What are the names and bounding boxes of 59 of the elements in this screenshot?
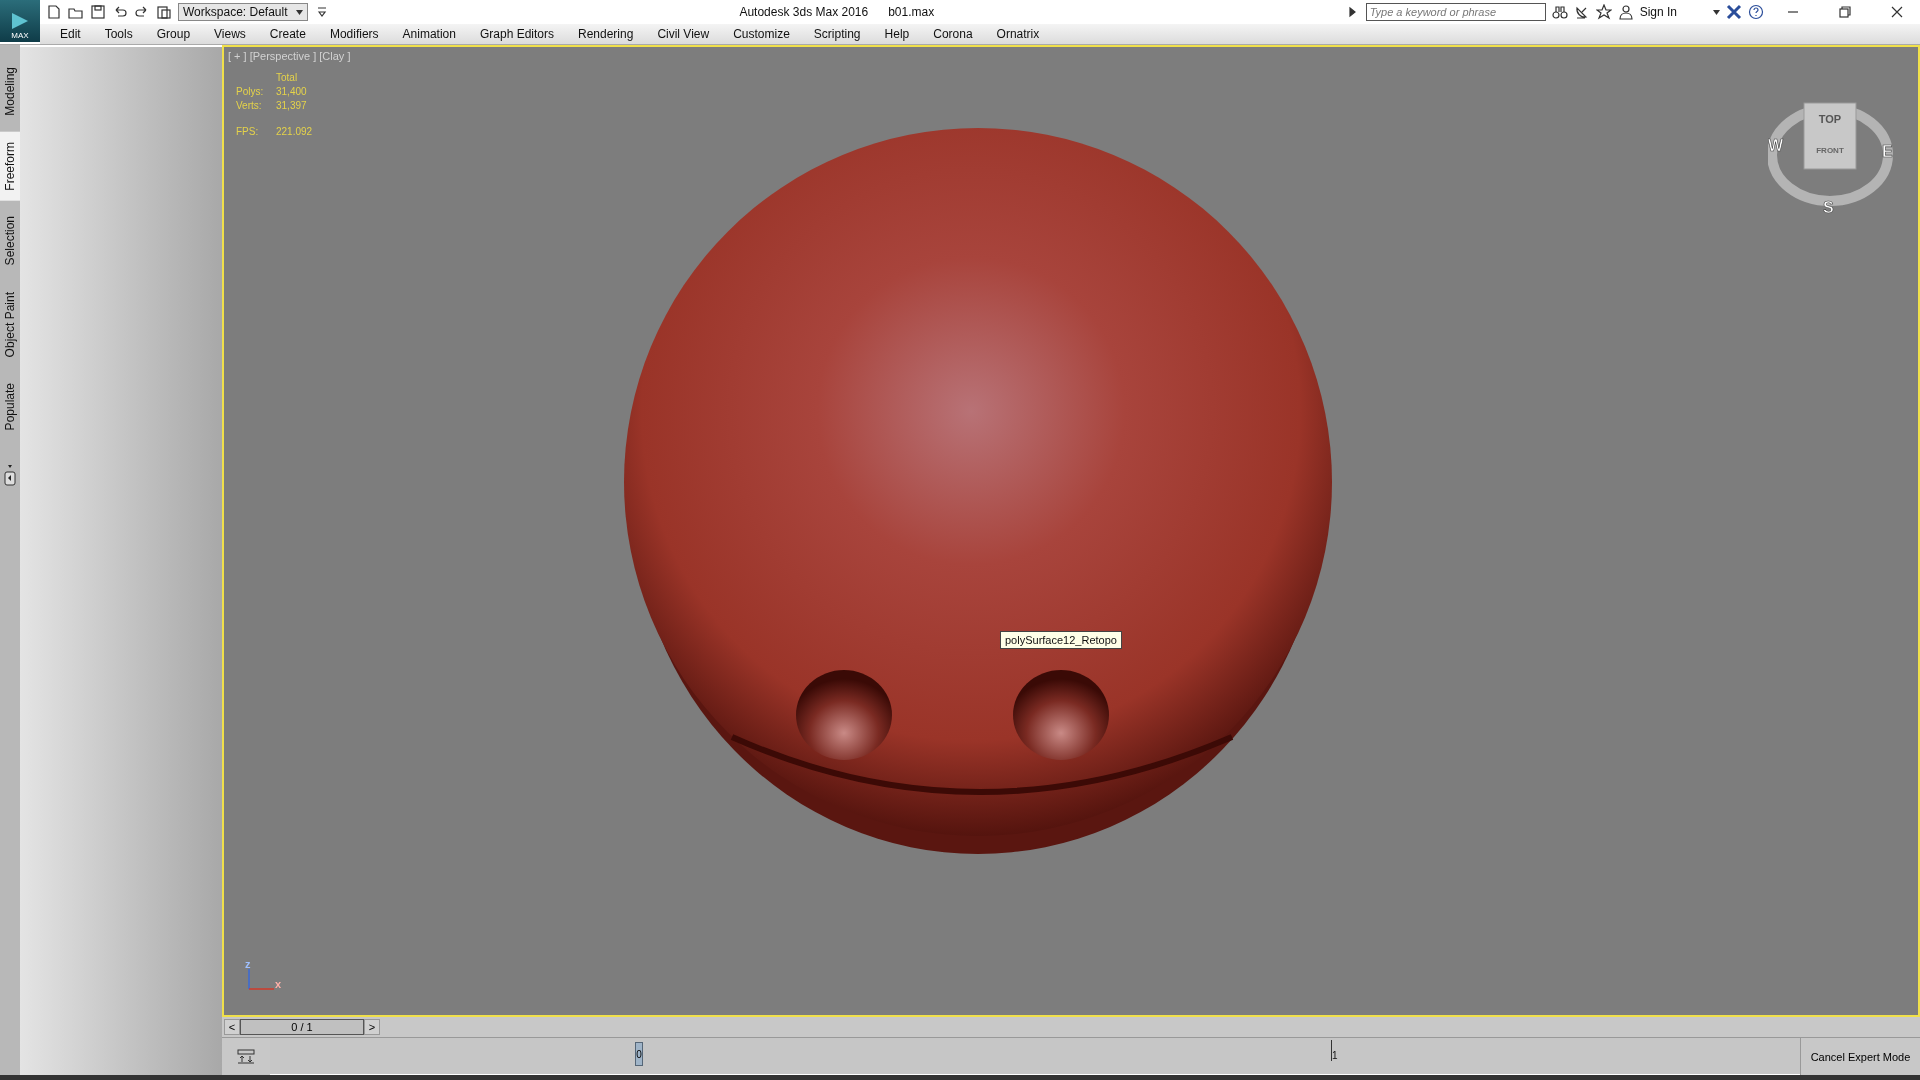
current-frame-marker[interactable]: 0 bbox=[635, 1042, 643, 1066]
dropdown-caret-icon[interactable] bbox=[1713, 9, 1720, 15]
binoculars-icon[interactable] bbox=[1551, 4, 1568, 20]
save-icon[interactable] bbox=[90, 4, 106, 20]
exchange-x-icon[interactable] bbox=[1726, 4, 1742, 20]
stats-label: FPS: bbox=[236, 126, 260, 137]
viewcube-box[interactable] bbox=[1803, 102, 1857, 170]
menu-item[interactable]: Views bbox=[202, 27, 258, 41]
stats-value: 31,397 bbox=[276, 100, 308, 111]
menu-item[interactable]: Rendering bbox=[566, 27, 646, 41]
menu-item[interactable]: Edit bbox=[48, 27, 93, 41]
menu-item[interactable]: Graph Editors bbox=[467, 27, 566, 41]
stats-value: 221.092 bbox=[276, 126, 313, 137]
time-slider-thumb[interactable]: 0 / 1 bbox=[240, 1019, 364, 1035]
window-title: Autodesk 3ds Max 2016 bbox=[739, 5, 869, 19]
search-field[interactable]: Type a keyword or phrase bbox=[1365, 3, 1546, 21]
ribbon-tab[interactable]: Freeform bbox=[0, 131, 20, 201]
ribbon-tab[interactable]: Populate bbox=[0, 373, 20, 441]
viewcube-face-label[interactable]: TOP bbox=[1818, 113, 1842, 125]
menu-item[interactable]: Corona bbox=[921, 27, 985, 41]
project-folder-icon[interactable] bbox=[156, 4, 172, 20]
menu-item[interactable]: Civil View bbox=[645, 27, 722, 41]
ribbon-tab[interactable]: Modeling bbox=[0, 57, 20, 126]
stats-label: Polys: bbox=[236, 86, 265, 97]
object-name-tooltip: polySurface12_Retopo bbox=[1000, 631, 1122, 649]
menu-item[interactable]: Group bbox=[144, 27, 203, 41]
menu-item[interactable]: Tools bbox=[92, 27, 145, 41]
key-filter-icon[interactable] bbox=[237, 1048, 255, 1065]
dropdown-caret-icon[interactable] bbox=[296, 9, 303, 15]
menu-item[interactable]: Customize bbox=[721, 27, 802, 41]
ribbon-tab[interactable]: Selection bbox=[0, 206, 20, 276]
file-name: b01.max bbox=[888, 5, 935, 19]
stats-label: Verts: bbox=[236, 100, 263, 111]
next-frame-button[interactable]: > bbox=[364, 1019, 380, 1035]
stats-value: 31,400 bbox=[276, 86, 308, 97]
user-icon[interactable] bbox=[1617, 4, 1634, 20]
menu-item[interactable]: Scripting bbox=[801, 27, 873, 41]
menu-item[interactable]: Ornatrix bbox=[984, 27, 1052, 41]
menu-item[interactable]: Modifiers bbox=[317, 27, 391, 41]
stats-header: Total bbox=[276, 72, 299, 83]
app-logo-button[interactable]: MAX bbox=[0, 0, 40, 42]
menu-item[interactable]: Create bbox=[257, 27, 318, 41]
help-icon[interactable] bbox=[1748, 4, 1764, 20]
frame-tick: 1 bbox=[1331, 1040, 1338, 1061]
previous-frame-button[interactable]: < bbox=[224, 1019, 240, 1035]
sign-in-link[interactable]: Sign In bbox=[1639, 5, 1677, 19]
menu-item[interactable]: Animation bbox=[390, 27, 468, 41]
ribbon-toggle-icon[interactable] bbox=[4, 462, 16, 487]
close-icon[interactable] bbox=[1889, 4, 1905, 20]
axis-tripod-drawing: z x bbox=[244, 959, 284, 993]
workspace-dropdown[interactable]: Workspace: Default bbox=[178, 3, 308, 21]
compass-letter[interactable]: E bbox=[1882, 143, 1893, 160]
star-icon[interactable] bbox=[1595, 4, 1612, 20]
satellite-dish-icon[interactable] bbox=[1573, 4, 1590, 20]
new-file-icon[interactable] bbox=[46, 4, 62, 20]
menu-item[interactable]: Help bbox=[872, 27, 922, 41]
ribbon-tab[interactable]: Object Paint bbox=[0, 281, 20, 368]
viewcube-face-label[interactable]: FRONT bbox=[1816, 146, 1844, 155]
restore-icon[interactable] bbox=[1837, 4, 1853, 20]
